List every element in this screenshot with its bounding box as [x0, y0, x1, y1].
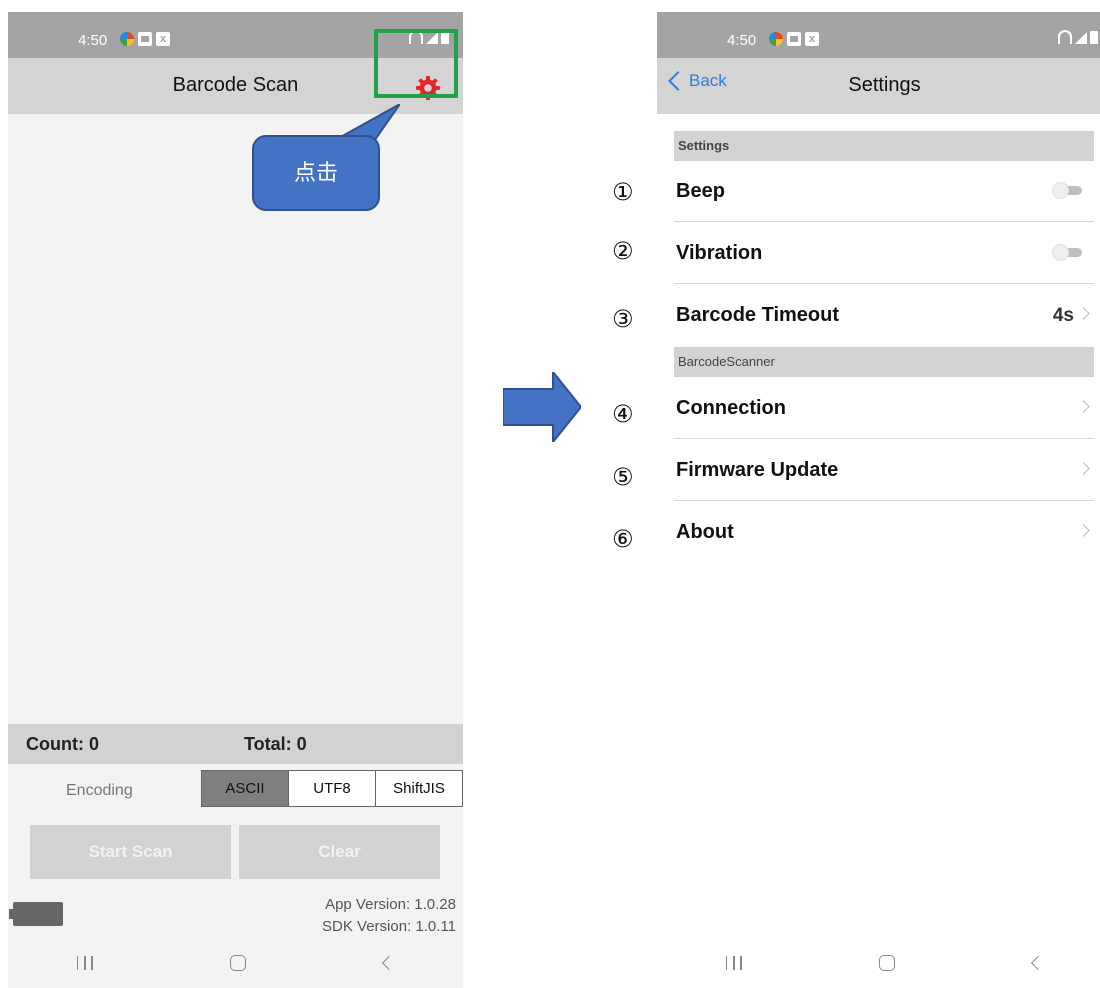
timeout-value: 4s	[1052, 305, 1074, 326]
total-label: Total: 0	[244, 734, 307, 754]
encoding-option-utf8[interactable]: UTF8	[288, 771, 375, 806]
status-time: 4:50	[78, 32, 108, 49]
row-label: Vibration	[676, 242, 763, 264]
annotation-marker-1: ①	[612, 178, 634, 206]
version-info: App Version: 1.0.28 SDK Version: 1.0.11	[322, 894, 456, 938]
battery-status-icon	[1090, 31, 1098, 44]
beep-toggle[interactable]	[1052, 182, 1084, 199]
status-bar: 4:50 x	[657, 12, 1100, 58]
settings-row-beep[interactable]: Beep	[674, 161, 1094, 222]
gallery-notification-icon	[787, 32, 801, 46]
count-label: Count: 0	[26, 734, 99, 754]
settings-row-connection[interactable]: Connection	[674, 378, 1094, 439]
signal-icon	[1075, 32, 1087, 44]
back-nav-icon[interactable]	[1031, 955, 1046, 971]
encoding-option-ascii[interactable]: ASCII	[202, 771, 288, 806]
chevron-right-icon	[1077, 524, 1090, 537]
settings-row-about[interactable]: About	[674, 502, 1094, 563]
section-header-settings: Settings	[674, 131, 1094, 161]
annotation-marker-5: ⑤	[612, 463, 634, 491]
app-version: App Version: 1.0.28	[325, 896, 456, 913]
settings-row-vibration[interactable]: Vibration	[674, 223, 1094, 284]
home-icon[interactable]	[230, 955, 247, 971]
tap-callout: 点击	[252, 135, 380, 211]
scanner-battery-icon	[9, 902, 63, 926]
settings-screen: 4:50 x Back Settings Settings Beep Vibra…	[657, 12, 1100, 988]
recent-apps-icon[interactable]	[725, 956, 742, 970]
annotation-marker-6: ⑥	[612, 525, 634, 553]
clear-button[interactable]: Clear	[239, 825, 440, 879]
row-label: Firmware Update	[676, 459, 839, 481]
photos-notification-icon	[769, 32, 783, 46]
transition-arrow-icon	[503, 372, 581, 442]
system-nav-bar	[8, 938, 463, 988]
section-header-barcodescanner: BarcodeScanner	[674, 347, 1094, 377]
home-icon[interactable]	[879, 955, 896, 971]
recent-apps-icon[interactable]	[76, 956, 93, 970]
scan-stats-bar: Count: 0 Total: 0	[8, 724, 463, 764]
photos-notification-icon	[120, 32, 134, 46]
excel-notification-icon: x	[805, 32, 819, 46]
chevron-right-icon	[1077, 462, 1090, 475]
status-time: 4:50	[727, 32, 757, 49]
settings-row-firmware-update[interactable]: Firmware Update	[674, 440, 1094, 501]
row-label: Barcode Timeout	[676, 304, 839, 326]
vibration-toggle[interactable]	[1052, 244, 1084, 261]
start-scan-button[interactable]: Start Scan	[30, 825, 231, 879]
encoding-label: Encoding	[66, 782, 133, 799]
highlight-box	[374, 29, 458, 98]
row-label: Beep	[676, 180, 725, 202]
settings-row-barcode-timeout[interactable]: Barcode Timeout 4s	[674, 285, 1094, 346]
excel-notification-icon: x	[156, 32, 170, 46]
back-nav-icon[interactable]	[382, 955, 397, 971]
sdk-version: SDK Version: 1.0.11	[322, 918, 456, 935]
encoding-selector: ASCII UTF8 ShiftJIS	[201, 770, 463, 807]
encoding-option-shiftjis[interactable]: ShiftJIS	[375, 771, 462, 806]
barcode-scan-screen: 4:50 x Barcode Scan Count: 0 Total: 0 En…	[8, 12, 463, 988]
settings-header: Back Settings	[657, 58, 1100, 114]
page-title: Settings	[848, 74, 921, 96]
annotation-marker-2: ②	[612, 237, 634, 265]
chevron-right-icon	[1077, 400, 1090, 413]
wifi-icon	[1058, 30, 1072, 44]
annotation-marker-3: ③	[612, 305, 634, 333]
system-nav-bar	[657, 938, 1100, 988]
chevron-right-icon	[1077, 307, 1090, 320]
annotation-marker-4: ④	[612, 400, 634, 428]
row-label: Connection	[676, 397, 786, 419]
row-label: About	[676, 521, 734, 543]
gallery-notification-icon	[138, 32, 152, 46]
